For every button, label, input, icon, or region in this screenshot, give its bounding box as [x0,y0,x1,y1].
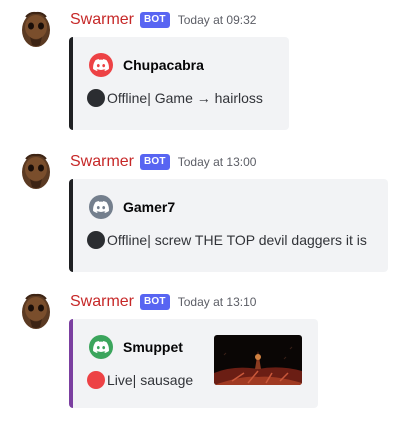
message: Swarmer BOT Today at 13:10 Smuppet Live|… [0,291,414,411]
bot-tag: BOT [140,154,170,170]
bot-avatar[interactable] [16,9,56,49]
bot-tag: BOT [140,12,170,28]
embed-description-text: Offline| screw THE TOP devil daggers it … [107,232,367,248]
embed-author-name[interactable]: Chupacabra [123,57,204,73]
embed-description-text: Offline| Game → hairloss [107,90,263,106]
timestamp[interactable]: Today at 09:32 [178,13,257,27]
embed-author: Chupacabra [89,53,204,77]
embed-description: Offline| screw THE TOP devil daggers it … [87,231,367,249]
username[interactable]: Swarmer [70,11,134,29]
username[interactable]: Swarmer [70,153,134,171]
embed-description: Live| sausage [87,371,193,389]
embed: Gamer7 Offline| screw THE TOP devil dagg… [69,179,388,272]
bot-avatar[interactable] [16,291,56,331]
embed-description: Offline| Game → hairloss [87,89,263,107]
game-screenshot-thumbnail[interactable] [214,335,302,385]
offline-status-icon [87,231,105,249]
offline-status-icon [87,89,105,107]
embed-author: Gamer7 [89,195,175,219]
embed-author-name[interactable]: Gamer7 [123,199,175,215]
message-header: Swarmer BOT Today at 13:00 [70,151,256,173]
username[interactable]: Swarmer [70,293,134,311]
timestamp[interactable]: Today at 13:10 [178,295,257,309]
message-header: Swarmer BOT Today at 13:10 [70,291,256,313]
live-status-icon [87,371,105,389]
discord-logo-icon [89,53,113,77]
embed-description-text: Live| sausage [107,372,194,388]
embed-author: Smuppet [89,335,183,359]
bot-tag: BOT [140,294,170,310]
message: Swarmer BOT Today at 13:00 Gamer7 Offlin… [0,151,414,272]
embed-author-name[interactable]: Smuppet [123,339,183,355]
discord-logo-icon [89,195,113,219]
embed: Chupacabra Offline| Game → hairloss [69,37,289,130]
timestamp[interactable]: Today at 13:00 [178,155,257,169]
discord-logo-icon [89,335,113,359]
embed: Smuppet Live| sausage [69,319,318,408]
message: Swarmer BOT Today at 09:32 Chupacabra Of… [0,9,414,130]
message-header: Swarmer BOT Today at 09:32 [70,9,256,31]
bot-avatar[interactable] [16,151,56,191]
